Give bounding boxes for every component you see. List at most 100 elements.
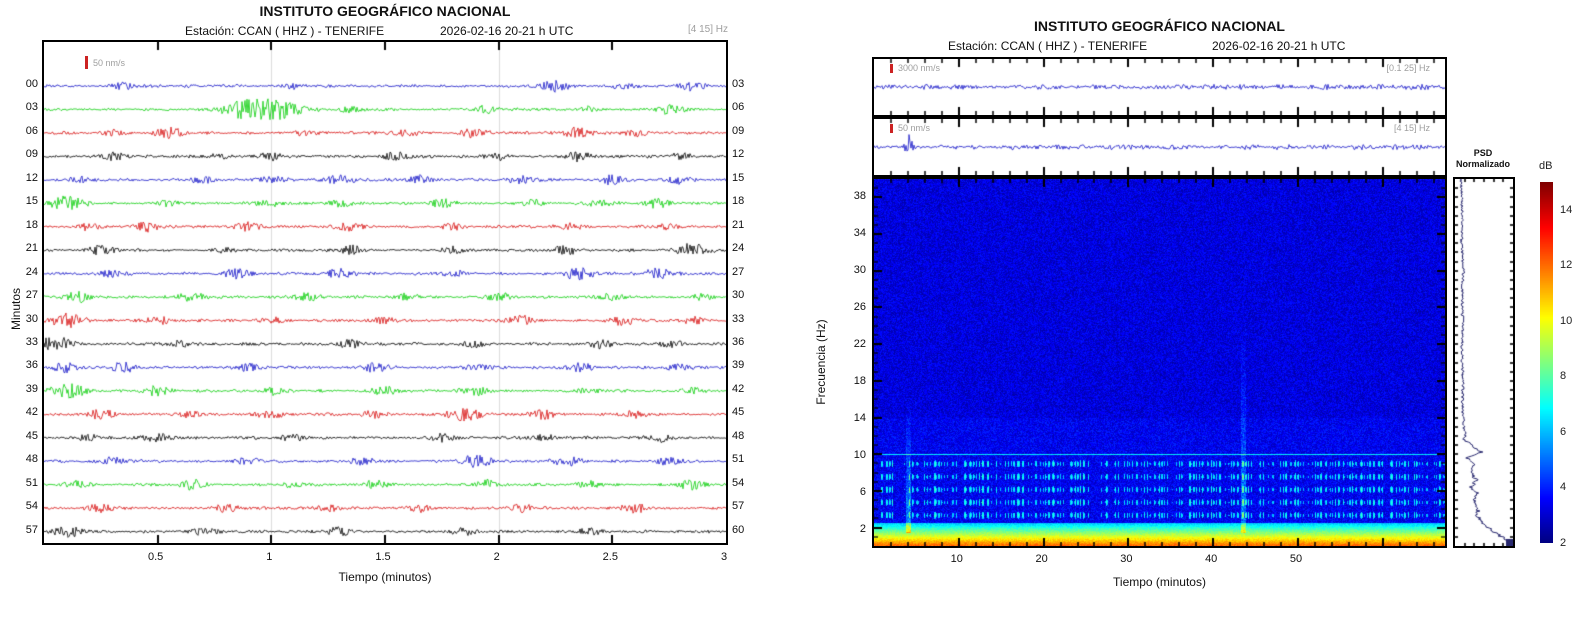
spectrogram-title: INSTITUTO GEOGRÁFICO NACIONAL [872, 18, 1447, 34]
minute-label-left: 00 [10, 78, 38, 90]
minute-label-right: 60 [732, 524, 760, 536]
freq-tick-label: 38 [838, 190, 866, 202]
psd-panel [1453, 177, 1515, 548]
minute-label-right: 39 [732, 359, 760, 371]
minute-label-left: 57 [10, 524, 38, 536]
colorbar [1540, 182, 1553, 543]
scale-bar-icon [85, 56, 88, 69]
helicorder-band-label: [4 15] Hz [640, 24, 728, 35]
time-tick-label: 30 [1120, 553, 1132, 565]
minute-label-right: 09 [732, 125, 760, 137]
minute-label-right: 27 [732, 266, 760, 278]
psd-canvas [1455, 179, 1513, 546]
minute-label-right: 51 [732, 453, 760, 465]
colorbar-tick-label: 2 [1560, 537, 1566, 549]
minute-label-right: 30 [732, 289, 760, 301]
minute-label-left: 09 [10, 148, 38, 160]
minute-label-right: 33 [732, 313, 760, 325]
freq-tick-label: 34 [838, 227, 866, 239]
minute-label-left: 42 [10, 406, 38, 418]
seismic-monitor-page: { "accent_colors": { "trace_blue": "#141… [0, 0, 1576, 630]
x-tick-label: 2 [494, 551, 500, 563]
colorbar-tick-label: 14 [1560, 204, 1572, 216]
minute-label-right: 12 [732, 148, 760, 160]
helicorder-figure: INSTITUTO GEOGRÁFICO NACIONAL Estación: … [0, 0, 760, 630]
psd-title: PSD Normalizado [1433, 148, 1533, 170]
freq-tick-label: 30 [838, 264, 866, 276]
minute-label-left: 45 [10, 430, 38, 442]
psd-title-line1: PSD [1433, 148, 1533, 159]
minute-label-left: 54 [10, 500, 38, 512]
broadband-scale-label: 3000 nm/s [898, 63, 940, 73]
minute-label-right: 21 [732, 219, 760, 231]
x-tick-label: 2.5 [603, 551, 618, 563]
minute-label-left: 03 [10, 101, 38, 113]
helicorder-datetime-label: 2026-02-16 20-21 h UTC [440, 24, 573, 38]
minute-label-right: 54 [732, 477, 760, 489]
broadband-scale-legend: 3000 nm/s [890, 63, 940, 73]
psd-title-line2: Normalizado [1433, 159, 1533, 170]
x-tick-label: 1 [266, 551, 272, 563]
helicorder-station-label: Estación: CCAN ( HHZ ) - TENERIFE [185, 24, 384, 38]
freq-tick-label: 6 [838, 486, 866, 498]
freq-tick-label: 18 [838, 375, 866, 387]
minute-label-right: 42 [732, 383, 760, 395]
minute-label-right: 06 [732, 101, 760, 113]
minute-label-right: 18 [732, 195, 760, 207]
minute-label-right: 48 [732, 430, 760, 442]
minute-label-left: 30 [10, 313, 38, 325]
minute-label-right: 03 [732, 78, 760, 90]
minute-label-left: 24 [10, 266, 38, 278]
minute-label-left: 39 [10, 383, 38, 395]
minute-label-left: 12 [10, 172, 38, 184]
colorbar-tick-label: 12 [1560, 259, 1572, 271]
x-tick-label: 1.5 [375, 551, 390, 563]
spectrogram-ylabel: Frecuencia (Hz) [814, 307, 828, 417]
colorbar-canvas [1540, 182, 1553, 543]
colorbar-tick-label: 4 [1560, 481, 1566, 493]
spectrogram-datetime-label: 2026-02-16 20-21 h UTC [1212, 39, 1345, 53]
minute-label-left: 48 [10, 453, 38, 465]
minute-label-right: 57 [732, 500, 760, 512]
spectrogram-frame [872, 177, 1447, 548]
minute-label-right: 36 [732, 336, 760, 348]
freq-tick-label: 2 [838, 523, 866, 535]
broadband-band-label: [0.1 25] Hz [1320, 63, 1430, 73]
spectrogram-figure: INSTITUTO GEOGRÁFICO NACIONAL Estación: … [760, 0, 1576, 630]
helicorder-scale-legend: 50 nm/s [85, 56, 125, 69]
filtered-scale-legend: 50 nm/s [890, 123, 930, 133]
x-tick-label: 0.5 [148, 551, 163, 563]
minute-label-right: 45 [732, 406, 760, 418]
minute-label-left: 18 [10, 219, 38, 231]
colorbar-tick-label: 8 [1560, 370, 1566, 382]
time-tick-label: 10 [951, 553, 963, 565]
freq-tick-label: 26 [838, 301, 866, 313]
helicorder-ylabel: Minutos [9, 279, 23, 339]
colorbar-tick-label: 6 [1560, 426, 1566, 438]
helicorder-plot-frame [42, 40, 728, 545]
minute-label-right: 24 [732, 242, 760, 254]
filtered-scale-label: 50 nm/s [898, 123, 930, 133]
time-tick-label: 50 [1290, 553, 1302, 565]
minute-label-left: 36 [10, 359, 38, 371]
colorbar-tick-label: 10 [1560, 315, 1572, 327]
spectrogram-station-label: Estación: CCAN ( HHZ ) - TENERIFE [948, 39, 1147, 53]
minute-label-left: 33 [10, 336, 38, 348]
minute-label-left: 21 [10, 242, 38, 254]
minute-label-left: 06 [10, 125, 38, 137]
minute-label-left: 51 [10, 477, 38, 489]
helicorder-canvas [44, 42, 726, 543]
scale-bar-icon [890, 64, 893, 73]
minute-label-left: 27 [10, 289, 38, 301]
helicorder-xlabel: Tiempo (minutos) [42, 570, 728, 584]
filtered-band-label: [4 15] Hz [1320, 123, 1430, 133]
helicorder-scale-label: 50 nm/s [93, 58, 125, 68]
freq-tick-label: 22 [838, 338, 866, 350]
spectrogram-xlabel: Tiempo (minutos) [872, 575, 1447, 589]
minute-label-right: 15 [732, 172, 760, 184]
time-tick-label: 40 [1205, 553, 1217, 565]
freq-tick-label: 10 [838, 449, 866, 461]
spectrogram-canvas [874, 179, 1445, 546]
helicorder-title: INSTITUTO GEOGRÁFICO NACIONAL [42, 3, 728, 19]
colorbar-title: dB [1539, 160, 1552, 172]
